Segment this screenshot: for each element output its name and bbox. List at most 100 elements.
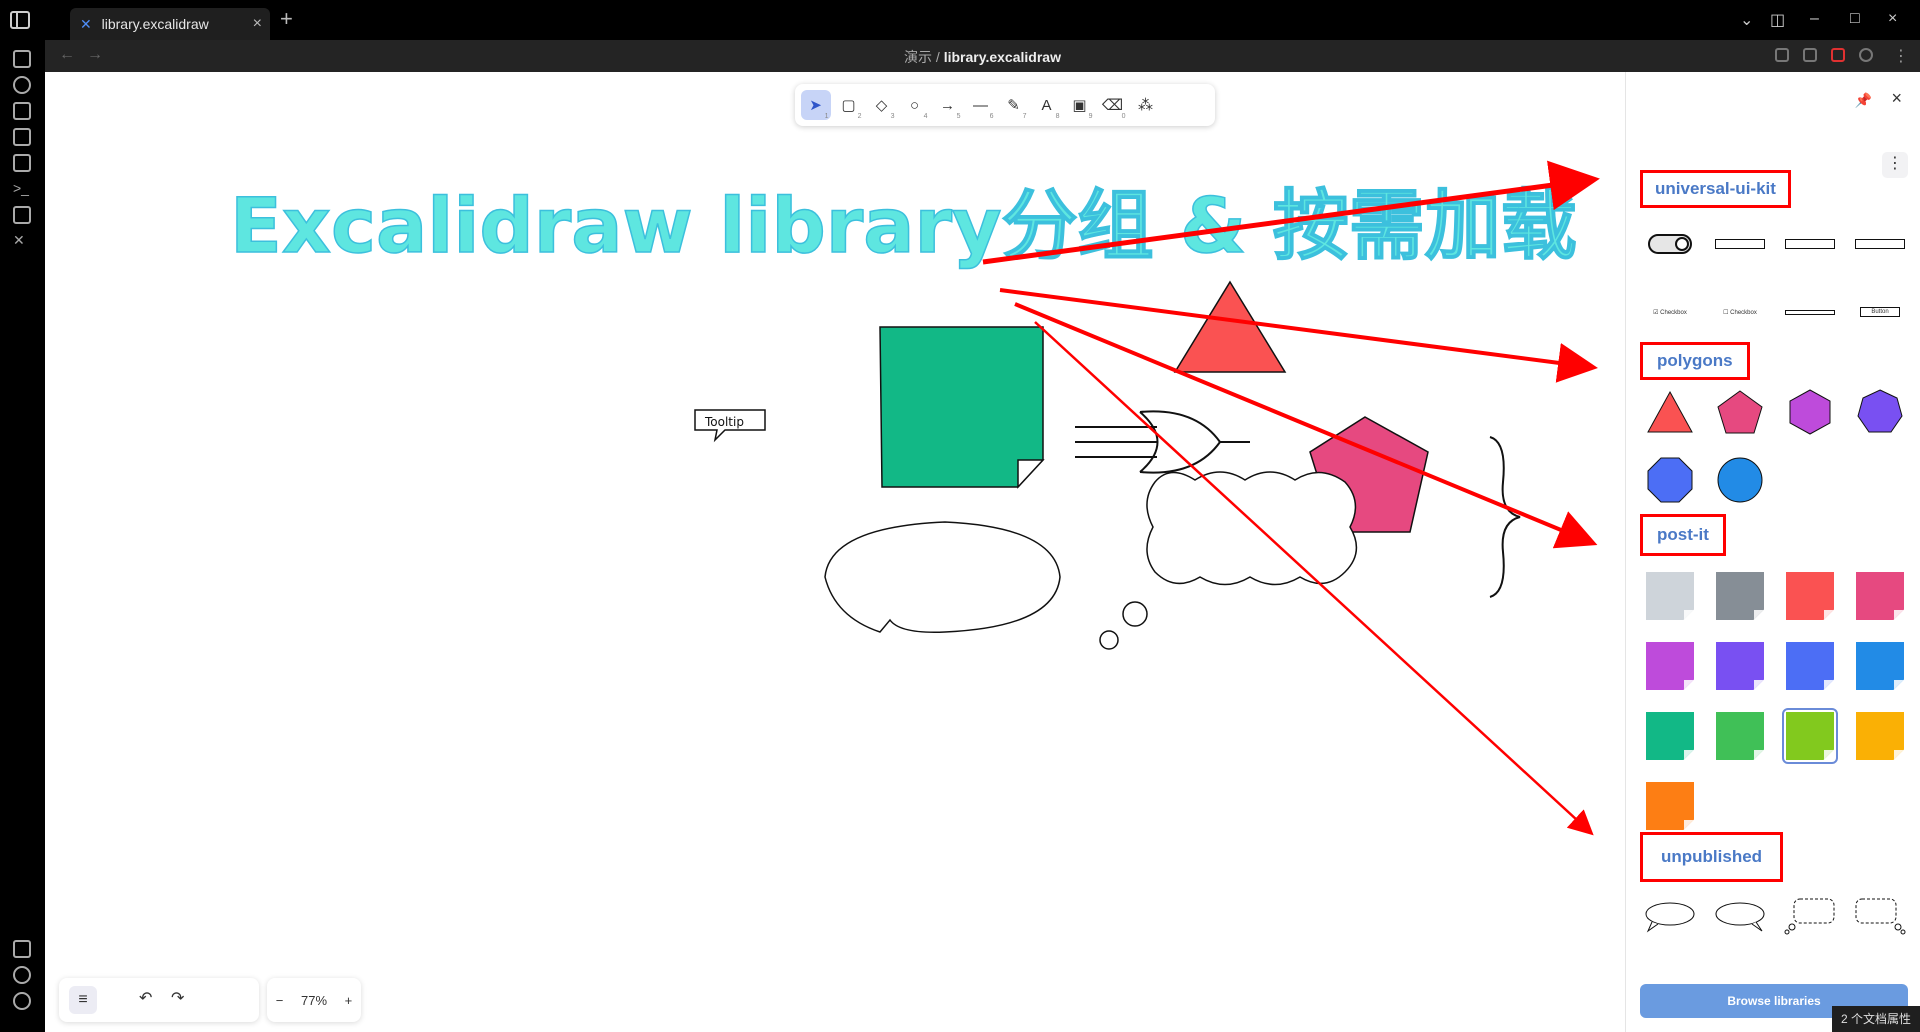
library-item-postit-dark-gray[interactable]: [1712, 568, 1768, 624]
diamond-icon: ◇: [875, 97, 888, 114]
eraser-tool[interactable]: ⌫ 0: [1098, 90, 1128, 120]
document-properties-status[interactable]: 2 个文档属性: [1832, 1006, 1920, 1032]
reading-mode-icon[interactable]: [1803, 48, 1817, 62]
close-window-icon[interactable]: ×: [1888, 10, 1897, 28]
pencil-tool[interactable]: ✎ 7: [999, 90, 1029, 120]
library-item-hexagon[interactable]: [1782, 384, 1838, 440]
speech-bubble-icon: [1645, 902, 1695, 933]
tool-shortcut-number: 9: [1088, 113, 1093, 120]
tool-shortcut-number: 6: [989, 113, 994, 120]
pin-icon[interactable]: 📌: [1855, 92, 1872, 109]
calendar-icon[interactable]: [13, 128, 31, 146]
library-item-thought-cloud-right[interactable]: [1852, 888, 1908, 944]
text-tool[interactable]: A8: [1032, 90, 1062, 121]
zoom-in-icon[interactable]: +: [345, 993, 353, 1008]
thought-bubble-large[interactable]: [1122, 601, 1148, 627]
input-shape-icon: [1715, 239, 1765, 249]
open-file-icon[interactable]: [13, 50, 31, 68]
library-item-octagon[interactable]: [1642, 452, 1698, 508]
library-item-triangle[interactable]: [1642, 384, 1698, 440]
maximize-icon[interactable]: □: [1850, 10, 1860, 28]
zoom-level[interactable]: 77%: [301, 993, 327, 1008]
thought-bubble-small[interactable]: [1099, 630, 1119, 650]
library-item-postit-grape[interactable]: [1642, 638, 1698, 694]
drawing-canvas[interactable]: Excalidraw library分组 & 按需加载 Tooltip ➤ 1 …: [45, 72, 1625, 1032]
help-icon[interactable]: [13, 966, 31, 984]
close-icon[interactable]: ×: [1891, 88, 1902, 109]
library-item-dropdown[interactable]: [1852, 216, 1908, 272]
split-view-icon[interactable]: ◫: [1770, 10, 1785, 30]
link-icon[interactable]: [1775, 48, 1789, 62]
excalidraw-tool-icon[interactable]: ✕: [13, 232, 31, 250]
redo-icon[interactable]: ↷: [171, 988, 184, 1008]
zoom-out-icon[interactable]: −: [276, 993, 284, 1008]
tool-shortcut-number: 0: [1121, 113, 1126, 120]
library-item-postit-gray[interactable]: [1642, 568, 1698, 624]
diamond-tool[interactable]: ◇ 3: [867, 90, 897, 120]
library-item-button[interactable]: Button: [1852, 284, 1908, 340]
library-item-postit-pink[interactable]: [1852, 568, 1908, 624]
graph-view-icon[interactable]: [13, 76, 31, 94]
library-item-toggle[interactable]: [1642, 216, 1698, 272]
sidebar-toggle-icon[interactable]: [10, 11, 30, 29]
line-tool[interactable]: —6: [966, 90, 996, 121]
grid-icon[interactable]: [13, 102, 31, 120]
library-item-heptagon[interactable]: [1852, 384, 1908, 440]
library-item-postit-teal[interactable]: [1642, 708, 1698, 764]
image-tool[interactable]: ▣ 9: [1065, 90, 1095, 120]
library-item-circle[interactable]: [1712, 452, 1768, 508]
postit-icon: [1786, 572, 1834, 620]
library-item-speech-bubble-left[interactable]: [1642, 888, 1698, 944]
main-menu-icon[interactable]: ≡: [69, 986, 97, 1014]
library-item-postit-indigo[interactable]: [1782, 638, 1838, 694]
library-item-postit-green[interactable]: [1712, 708, 1768, 764]
arrow-tool[interactable]: → 5: [933, 90, 963, 121]
library-item-postit-orange[interactable]: [1642, 778, 1698, 834]
library-item-pentagon[interactable]: [1712, 384, 1768, 440]
library-item-postit-red[interactable]: [1782, 568, 1838, 624]
copy-icon[interactable]: [13, 154, 31, 172]
pentagon-icon: [1717, 390, 1763, 434]
postit-icon: [1646, 712, 1694, 760]
library-item-checkbox[interactable]: ☐ Checkbox: [1712, 284, 1768, 340]
thought-cloud-shape[interactable]: [1146, 471, 1358, 586]
selection-tool[interactable]: ➤ 1: [800, 90, 831, 120]
settings-gear-icon[interactable]: [1859, 48, 1873, 62]
library-item-checkbox-checked[interactable]: ☑ Checkbox: [1642, 284, 1698, 340]
vault-icon[interactable]: [13, 940, 31, 958]
save-icon[interactable]: [1831, 48, 1845, 62]
library-item-input[interactable]: [1712, 216, 1768, 272]
breadcrumb-file[interactable]: library.excalidraw: [944, 49, 1061, 65]
tab-library[interactable]: ✕ library.excalidraw ×: [70, 8, 270, 40]
logic-gate-shape[interactable]: [1075, 410, 1250, 474]
brace-shape[interactable]: [1489, 436, 1521, 598]
settings-icon[interactable]: [13, 992, 31, 1010]
more-options-icon[interactable]: ⋮: [1893, 46, 1909, 66]
library-item-postit-lime[interactable]: [1782, 708, 1838, 764]
clipped-item-1[interactable]: [1656, 102, 1716, 134]
library-item-slider[interactable]: [1782, 284, 1838, 340]
terminal-icon[interactable]: >_: [13, 180, 31, 198]
speech-bubble-shape[interactable]: [824, 521, 1061, 633]
minimize-icon[interactable]: –: [1810, 10, 1819, 28]
new-tab-button[interactable]: +: [280, 6, 293, 32]
breadcrumb-folder[interactable]: 演示: [904, 49, 932, 65]
chevron-down-icon[interactable]: ⌄: [1740, 10, 1753, 30]
library-item-password-input[interactable]: [1782, 216, 1838, 272]
image-icon: ▣: [1072, 97, 1087, 114]
library-item-postit-violet[interactable]: [1712, 638, 1768, 694]
more-options-icon[interactable]: ⋮: [1882, 152, 1908, 178]
extra-tools[interactable]: ⁂: [1131, 90, 1161, 120]
library-item-postit-yellow[interactable]: [1852, 708, 1908, 764]
layout-icon[interactable]: [13, 206, 31, 224]
rectangle-tool[interactable]: ▢ 2: [834, 90, 864, 120]
library-item-postit-blue[interactable]: [1852, 638, 1908, 694]
undo-icon[interactable]: ↶: [139, 988, 152, 1008]
close-tab-icon[interactable]: ×: [253, 8, 262, 40]
canvas-drawing: Excalidraw library分组 & 按需加载 Tooltip: [229, 160, 1600, 836]
headline-text[interactable]: Excalidraw library分组 & 按需加载: [229, 180, 1577, 271]
library-item-thought-cloud-left[interactable]: [1782, 888, 1838, 944]
ellipse-tool[interactable]: ○ 4: [900, 90, 930, 121]
section-polygons: polygons: [1640, 342, 1750, 380]
library-item-speech-bubble-right[interactable]: [1712, 888, 1768, 944]
